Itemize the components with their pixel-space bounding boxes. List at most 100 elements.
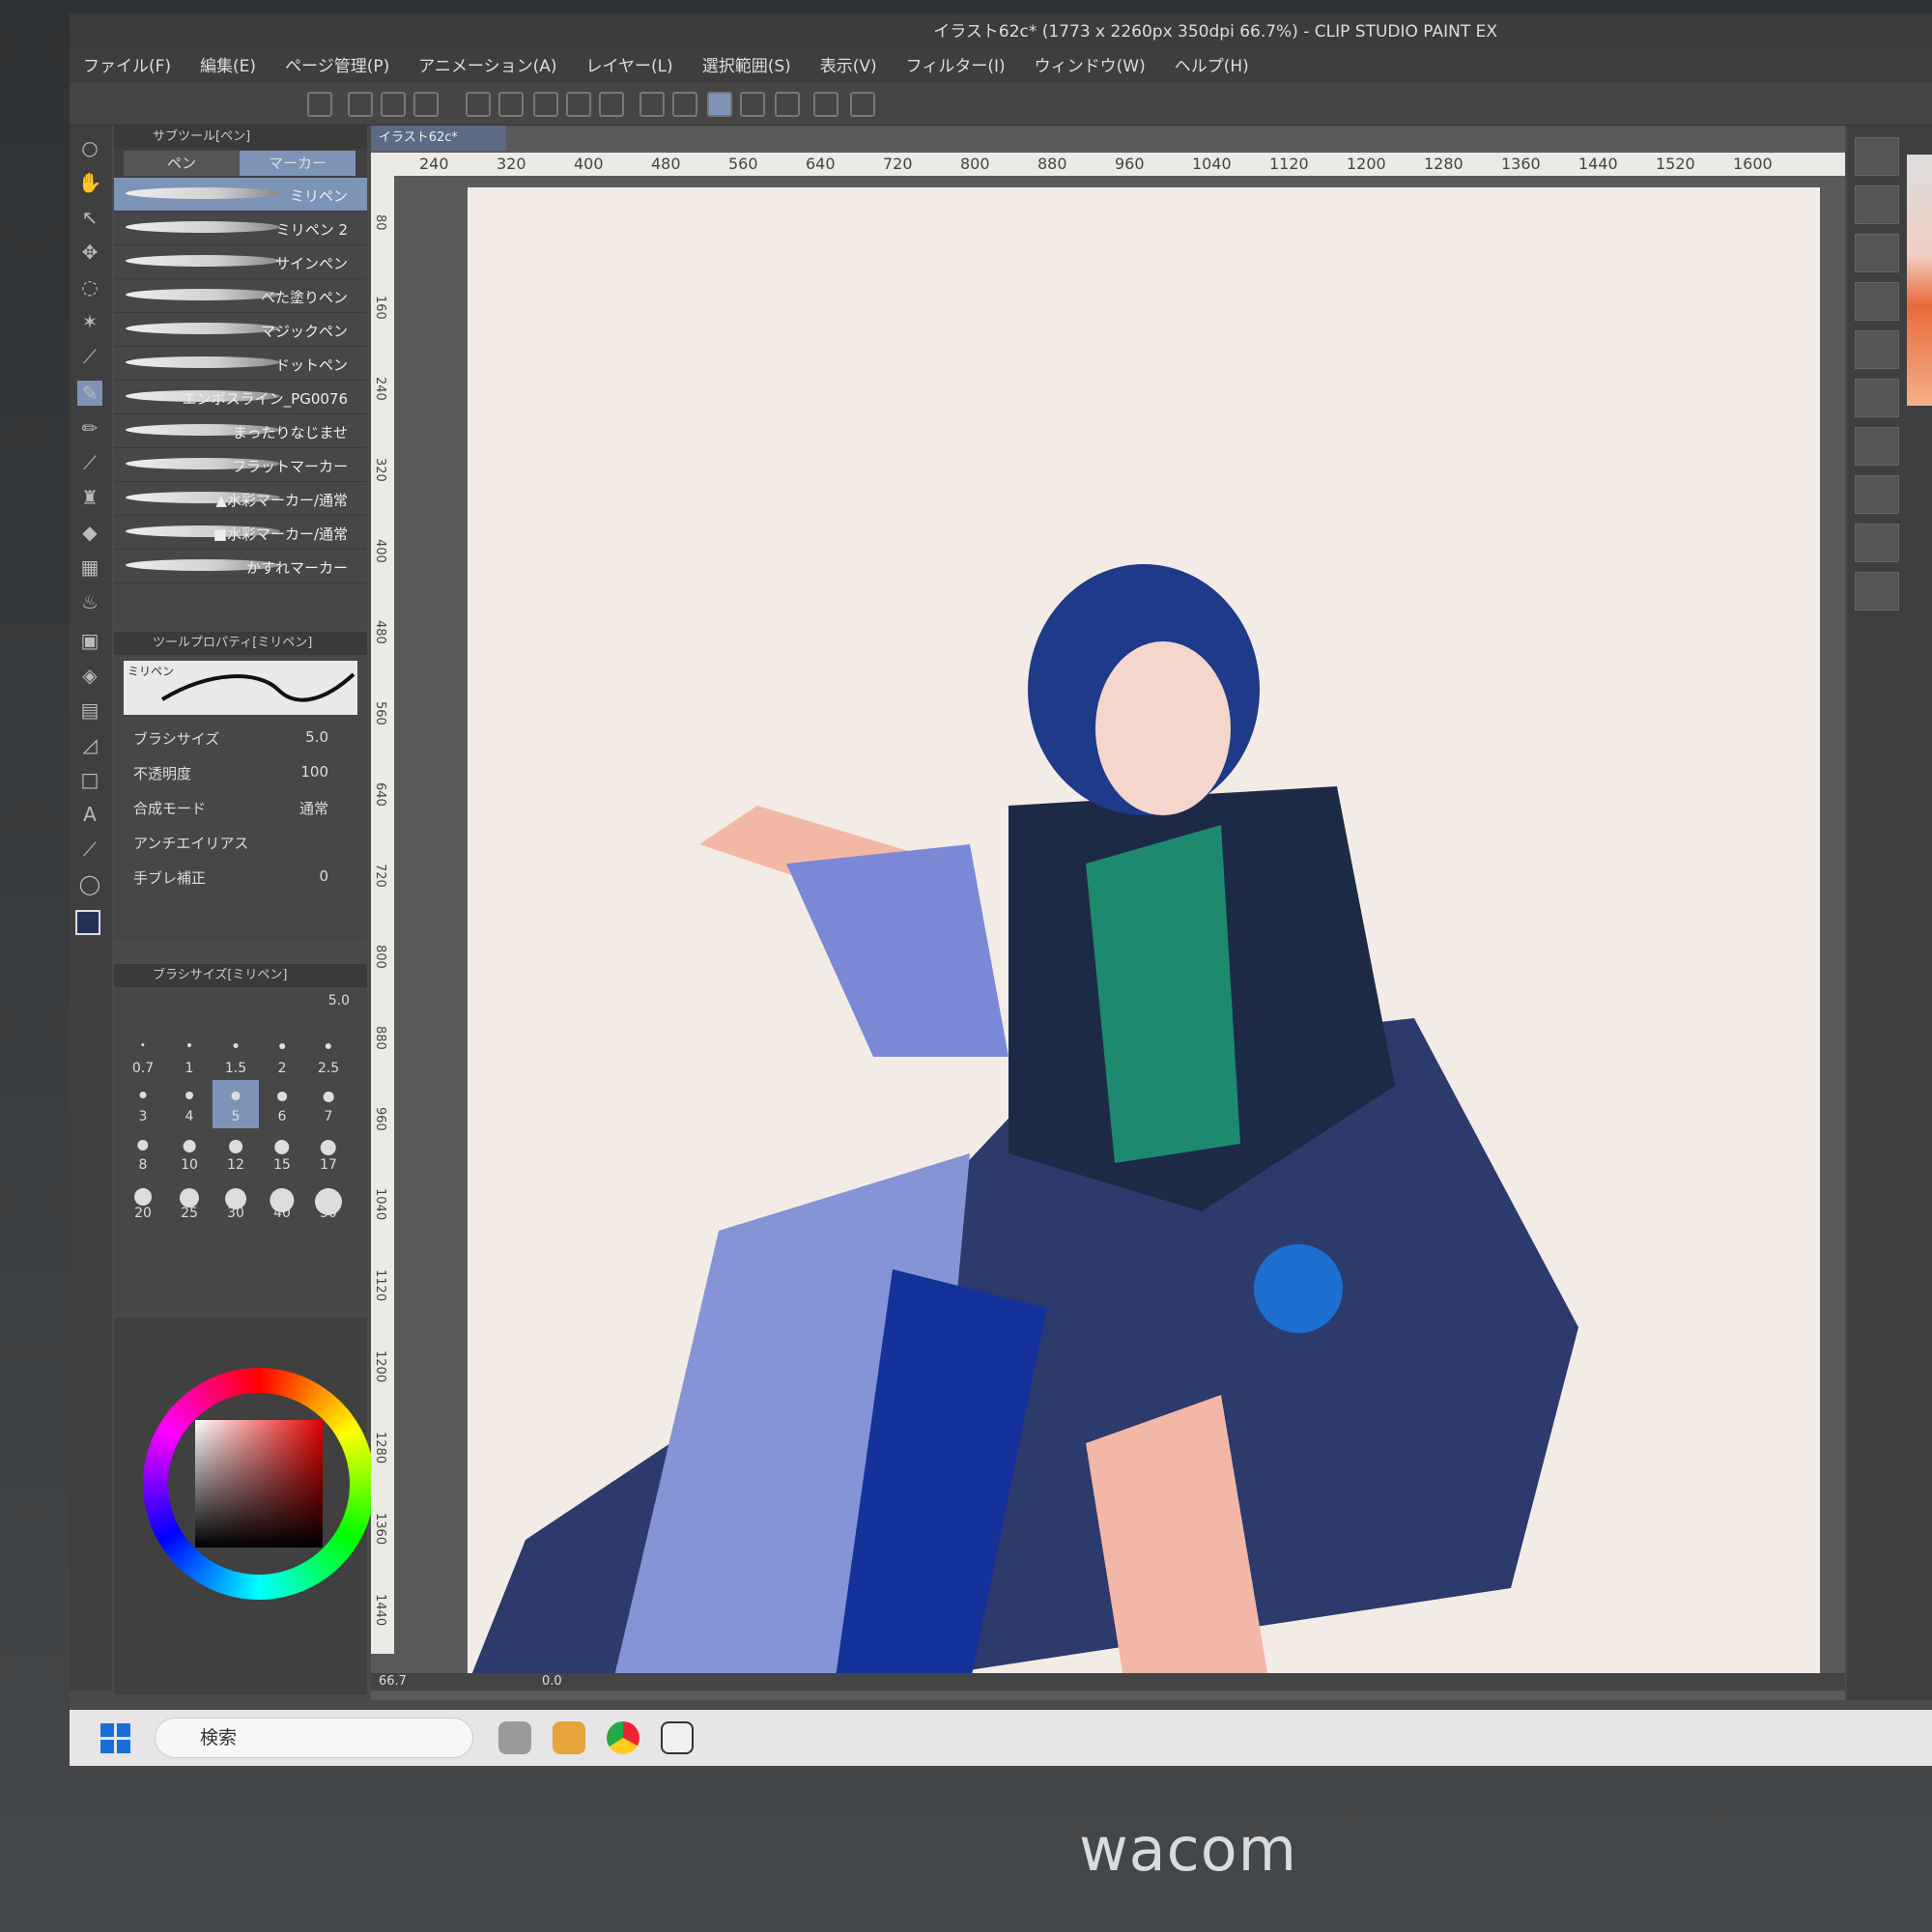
brush-size-option[interactable]: 5	[213, 1080, 259, 1128]
brush-size-option[interactable]: 6	[259, 1080, 305, 1128]
tab-pen[interactable]: ペン	[124, 151, 240, 176]
figure-icon[interactable]: ▤	[77, 697, 102, 723]
magic-wand-icon[interactable]: ✶	[77, 309, 102, 334]
brush-item[interactable]: ミリペン	[114, 178, 367, 212]
brush-item[interactable]: べた塗りペン	[114, 279, 367, 313]
brush-size-option[interactable]: 15	[259, 1128, 305, 1177]
hand-icon[interactable]: ✋	[77, 170, 102, 195]
menu-layer[interactable]: レイヤー(L)	[585, 50, 672, 83]
brush-item[interactable]: まったりなじませ	[114, 414, 367, 448]
brush-item[interactable]: かすれマーカー	[114, 550, 367, 583]
close-icon[interactable]	[1855, 234, 1899, 272]
menu-selection[interactable]: 選択範囲(S)	[702, 50, 791, 83]
import-icon[interactable]	[1855, 572, 1899, 611]
invert-icon[interactable]	[672, 92, 697, 117]
prop-opacity[interactable]: 不透明度 100	[114, 755, 367, 790]
prop-brush-size[interactable]: ブラシサイズ 5.0	[114, 721, 367, 755]
transform-icon[interactable]	[599, 92, 624, 117]
brush-size-option[interactable]: 20	[120, 1177, 166, 1225]
taskbar-search[interactable]: 検索	[155, 1718, 473, 1758]
pen-icon[interactable]: ✎	[77, 381, 102, 406]
menu-help[interactable]: ヘルプ(H)	[1175, 50, 1249, 83]
brush-size-option[interactable]: 7	[305, 1080, 352, 1128]
fill-icon[interactable]: ▣	[77, 628, 102, 653]
menu-window[interactable]: ウィンドウ(W)	[1035, 50, 1146, 83]
prop-blend-mode[interactable]: 合成モード 通常	[114, 790, 367, 825]
drawing-canvas[interactable]	[468, 187, 1820, 1685]
brush-size-option[interactable]: 0.7	[120, 1032, 166, 1080]
airbrush-icon[interactable]: ♜	[77, 485, 102, 510]
prop-antialias[interactable]: アンチエイリアス	[114, 825, 367, 860]
eraser-icon[interactable]: ◆	[77, 520, 102, 545]
main-color-swatch[interactable]	[75, 910, 100, 935]
prop-stabilization[interactable]: 手ブレ補正 0	[114, 860, 367, 895]
app-icon[interactable]	[498, 1721, 531, 1754]
grid-icon[interactable]	[1855, 379, 1899, 417]
pencil-icon[interactable]: ✏	[77, 415, 102, 440]
clip-studio-icon[interactable]	[661, 1721, 694, 1754]
zoom-level[interactable]: 66.7	[379, 1674, 407, 1689]
brush-item[interactable]: ■水彩マーカー/通常	[114, 516, 367, 550]
saturation-value-box[interactable]	[195, 1420, 323, 1548]
brush-item[interactable]: エンボスライン_PG0076	[114, 381, 367, 414]
balloon-icon[interactable]: ◯	[77, 871, 102, 896]
rotation-value[interactable]: 0.0	[542, 1674, 562, 1689]
brush-size-option[interactable]: 1	[166, 1032, 213, 1080]
brush-size-option[interactable]: 2	[259, 1032, 305, 1080]
folder-icon[interactable]	[553, 1721, 585, 1754]
operation-icon[interactable]: ↖	[77, 205, 102, 230]
import-icon[interactable]	[1855, 137, 1899, 176]
brush-item[interactable]: ドットペン	[114, 347, 367, 381]
snap-special-icon[interactable]	[740, 92, 765, 117]
menu-edit[interactable]: 編集(E)	[200, 50, 256, 83]
decoration-icon[interactable]: ▦	[77, 554, 102, 580]
new-icon[interactable]	[348, 92, 373, 117]
import-icon[interactable]	[1855, 282, 1899, 321]
help-icon[interactable]	[850, 92, 875, 117]
lasso-icon[interactable]: ◌	[77, 274, 102, 299]
brush-item[interactable]: サインペン	[114, 245, 367, 279]
snap-ruler-icon[interactable]	[707, 92, 732, 117]
deselect-icon[interactable]	[639, 92, 665, 117]
brush-size-option[interactable]: 40	[259, 1177, 305, 1225]
menu-file[interactable]: ファイル(F)	[83, 50, 171, 83]
frame-icon[interactable]: ◿	[77, 732, 102, 757]
brush-size-option[interactable]: 1.5	[213, 1032, 259, 1080]
brush-item[interactable]: フラットマーカー	[114, 448, 367, 482]
correct-line-icon[interactable]: ⟋	[77, 837, 102, 862]
brush-size-option[interactable]: 25	[166, 1177, 213, 1225]
menu-filter[interactable]: フィルター(I)	[906, 50, 1006, 83]
snap-grid-icon[interactable]	[775, 92, 800, 117]
brush-size-slider[interactable]: 5.0	[114, 987, 367, 1016]
menu-view[interactable]: 表示(V)	[820, 50, 877, 83]
gradient-icon[interactable]: ◈	[77, 663, 102, 688]
menu-animation[interactable]: アニメーション(A)	[418, 50, 556, 83]
brush-size-option[interactable]: 50	[305, 1177, 352, 1225]
menu-page[interactable]: ページ管理(P)	[285, 50, 389, 83]
brush-icon[interactable]: ⟋	[77, 450, 102, 475]
move-icon[interactable]: ✥	[77, 240, 102, 265]
camera-icon[interactable]	[1855, 524, 1899, 562]
text-icon[interactable]: A	[77, 802, 102, 827]
brush-size-option[interactable]: 12	[213, 1128, 259, 1177]
color-palette-strip[interactable]	[1907, 155, 1932, 406]
open-icon[interactable]	[381, 92, 406, 117]
blend-icon[interactable]: ♨	[77, 589, 102, 614]
brush-size-option[interactable]: 3	[120, 1080, 166, 1128]
import-icon[interactable]	[1855, 427, 1899, 466]
brush-item[interactable]: ミリペン 2	[114, 212, 367, 245]
calendar-icon[interactable]	[1855, 330, 1899, 369]
windows-start-icon[interactable]	[100, 1723, 131, 1754]
import-icon[interactable]	[1855, 475, 1899, 514]
save-icon[interactable]	[413, 92, 439, 117]
zoom-icon[interactable]: ○	[77, 135, 102, 160]
fill-icon[interactable]	[566, 92, 591, 117]
brush-size-option[interactable]: 8	[120, 1128, 166, 1177]
eyedropper-icon[interactable]: ⟋	[77, 344, 102, 369]
brush-size-option[interactable]: 2.5	[305, 1032, 352, 1080]
brush-item[interactable]: ▲水彩マーカー/通常	[114, 482, 367, 516]
ruler-icon[interactable]	[813, 92, 838, 117]
ruler-tool-icon[interactable]: □	[77, 767, 102, 792]
brush-size-option[interactable]: 10	[166, 1128, 213, 1177]
clear-icon[interactable]	[533, 92, 558, 117]
